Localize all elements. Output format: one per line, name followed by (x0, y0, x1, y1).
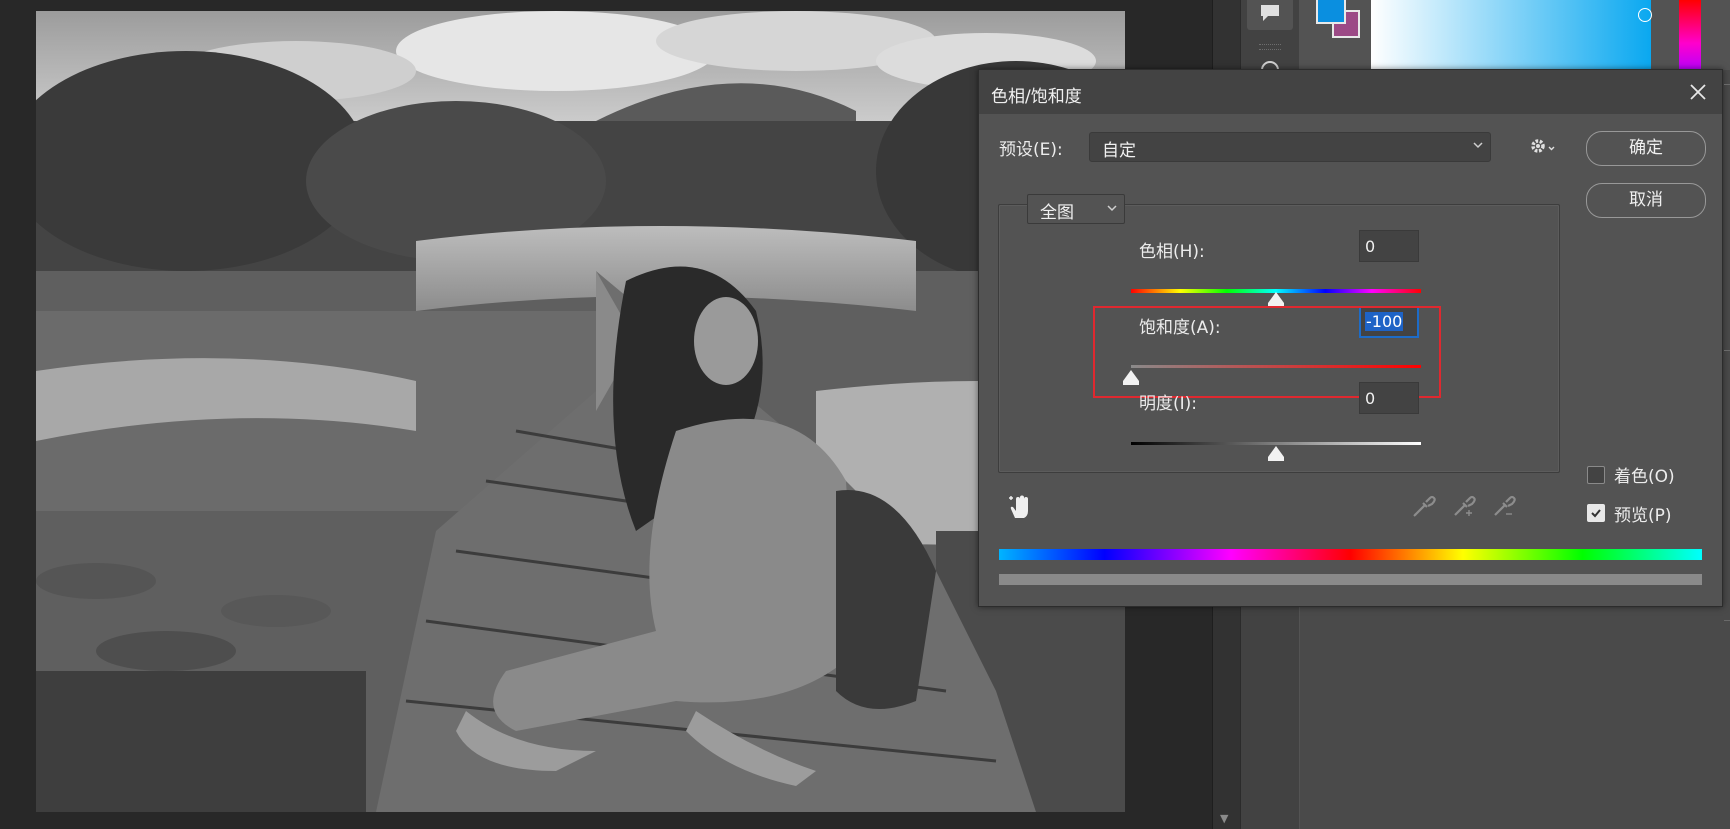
lightness-input[interactable]: 0 (1359, 382, 1419, 414)
hue-strip[interactable] (1679, 0, 1701, 72)
scroll-down-icon[interactable]: ▼ (1220, 812, 1228, 825)
eyedropper-plus-icon[interactable] (1451, 493, 1477, 519)
lightness-slider-thumb[interactable] (1268, 446, 1284, 461)
lightness-value: 0 (1365, 389, 1376, 408)
hue-input[interactable]: 0 (1359, 230, 1419, 262)
ok-button[interactable]: 确定 (1586, 131, 1706, 166)
foreground-color-swatch[interactable] (1316, 0, 1346, 24)
dialog-titlebar[interactable]: 色相/饱和度 (979, 70, 1722, 114)
comment-panel-button[interactable] (1247, 0, 1293, 30)
comment-icon (1261, 5, 1279, 21)
preview-label: 预览(P) (1614, 506, 1672, 526)
hue-saturation-dialog: 色相/饱和度 预设(E): 自定 确定 取消 全图 色相(H): 0 饱和度(A… (978, 69, 1723, 607)
hue-value: 0 (1365, 237, 1376, 256)
color-picker-marker[interactable] (1638, 8, 1652, 22)
color-swatches (1316, 0, 1360, 40)
output-color-spectrum (999, 574, 1702, 585)
preset-options-button[interactable] (1529, 134, 1559, 158)
preset-dropdown[interactable]: 自定 (1089, 132, 1491, 162)
dialog-title: 色相/饱和度 (991, 87, 1082, 107)
color-saturation-field[interactable] (1371, 0, 1651, 70)
colorize-checkbox[interactable] (1587, 466, 1605, 484)
chevron-down-icon (1107, 205, 1117, 212)
lightness-label: 明度(I): (1139, 394, 1198, 414)
preset-value: 自定 (1102, 141, 1136, 161)
close-icon (1690, 84, 1706, 100)
gear-icon (1531, 139, 1555, 153)
checkmark-icon (1591, 509, 1601, 518)
colorize-label: 着色(O) (1614, 467, 1675, 487)
channel-dropdown[interactable]: 全图 (1027, 194, 1125, 224)
eyedropper-icon[interactable] (1411, 493, 1437, 519)
grayscale-photo (36, 11, 1125, 812)
targeted-adjustment-hand-icon[interactable] (1008, 494, 1032, 520)
close-button[interactable] (1684, 78, 1712, 106)
preset-label: 预设(E): (999, 140, 1063, 160)
hue-slider-thumb[interactable] (1268, 292, 1284, 307)
eyedropper-minus-icon[interactable] (1491, 493, 1517, 519)
channel-value: 全图 (1040, 203, 1074, 223)
input-color-spectrum (999, 549, 1702, 560)
hue-label: 色相(H): (1139, 242, 1205, 262)
cancel-button[interactable]: 取消 (1586, 183, 1706, 218)
chevron-down-icon (1473, 142, 1483, 149)
preview-checkbox[interactable] (1587, 504, 1605, 522)
lightness-slider-track[interactable] (1131, 442, 1421, 445)
dock-grip[interactable] (1259, 44, 1281, 50)
